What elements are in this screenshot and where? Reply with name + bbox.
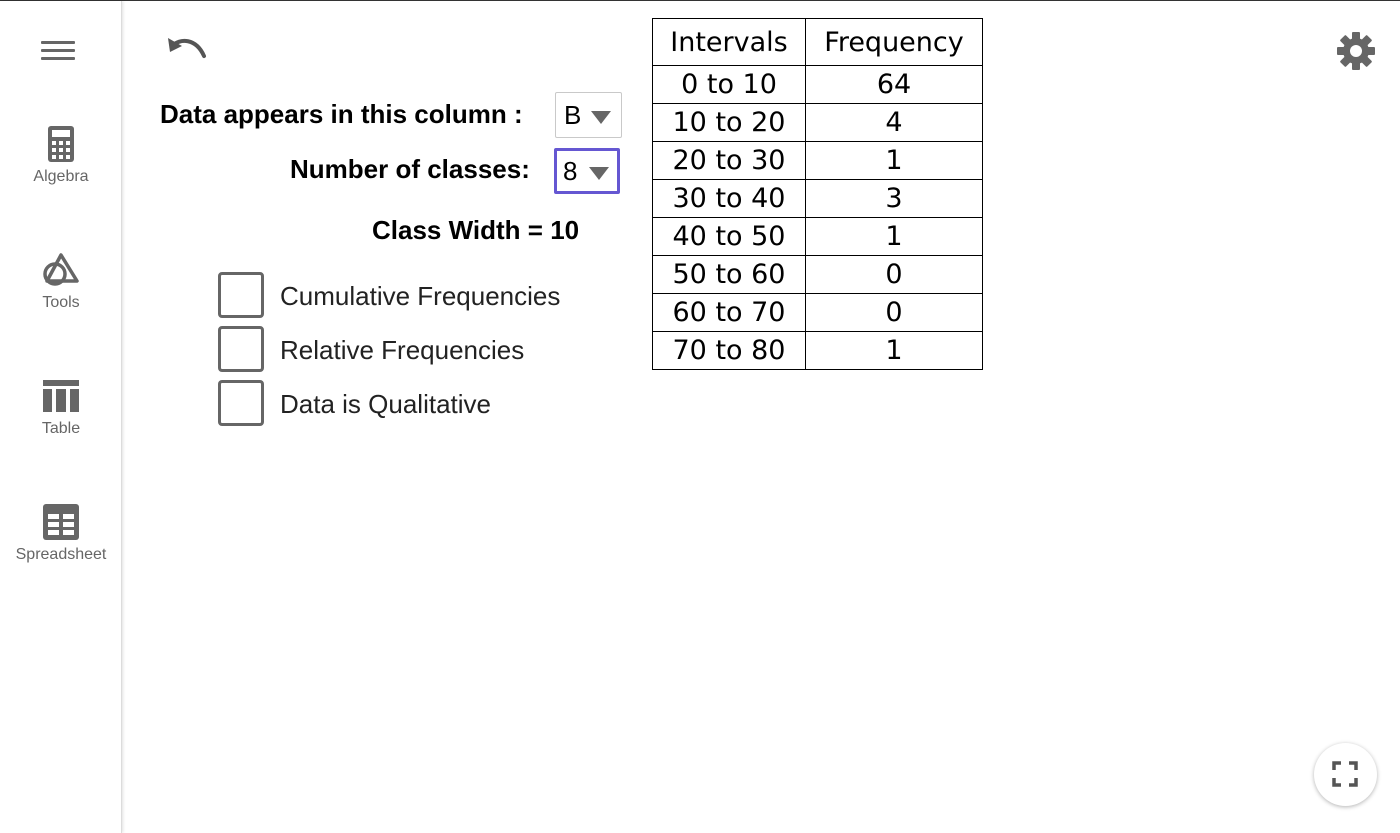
table-row: 0 to 10 64 [652, 65, 983, 104]
interval-cell: 70 to 80 [652, 331, 806, 370]
undo-button[interactable] [166, 34, 208, 66]
interval-cell: 0 to 10 [652, 65, 806, 104]
frequency-cell: 4 [805, 103, 983, 142]
interval-cell: 10 to 20 [652, 103, 806, 142]
checkbox-label: Data is Qualitative [280, 389, 491, 419]
menu-icon[interactable] [41, 39, 75, 63]
frequency-table: Intervals Frequency 0 to 10 64 10 to 20 … [652, 18, 983, 370]
checkbox-box[interactable] [218, 380, 264, 426]
gear-icon [1337, 32, 1375, 70]
interval-cell: 30 to 40 [652, 179, 806, 218]
checkbox-box[interactable] [218, 272, 264, 318]
column-select-value: B [564, 100, 582, 130]
table-row: 70 to 80 1 [652, 331, 983, 370]
column-label: Data appears in this column : [160, 99, 523, 129]
chevron-down-icon [591, 111, 611, 124]
shapes-icon [43, 253, 79, 286]
chevron-down-icon [589, 167, 609, 180]
window-top-border [0, 0, 1400, 1]
checkbox-label: Cumulative Frequencies [280, 281, 561, 311]
calculator-icon [48, 126, 74, 162]
classes-select[interactable]: 8 [554, 148, 620, 194]
interval-cell: 20 to 30 [652, 141, 806, 180]
spreadsheet-icon [43, 504, 79, 540]
sidebar-item-label: Tools [42, 294, 80, 311]
frequency-cell: 1 [805, 141, 983, 180]
sidebar: Algebra Tools Table Spreadsheet [0, 1, 122, 833]
table-row: 50 to 60 0 [652, 255, 983, 294]
undo-icon [168, 38, 206, 58]
sidebar-item-label: Spreadsheet [15, 546, 107, 563]
table-row: 20 to 30 1 [652, 141, 983, 180]
table-row: 60 to 70 0 [652, 293, 983, 332]
sidebar-item-table[interactable]: Table [0, 378, 122, 468]
frequency-cell: 64 [805, 65, 983, 104]
sidebar-item-algebra[interactable]: Algebra [0, 126, 122, 216]
table-header-row: Intervals Frequency [652, 18, 983, 66]
frequency-cell: 0 [805, 293, 983, 332]
frequency-cell: 1 [805, 331, 983, 370]
classes-select-value: 8 [563, 156, 578, 186]
table-row: 40 to 50 1 [652, 217, 983, 256]
checkbox-label: Relative Frequencies [280, 335, 525, 365]
classes-label: Number of classes: [290, 154, 530, 184]
column-select[interactable]: B [555, 92, 622, 138]
fullscreen-icon [1332, 761, 1358, 787]
sidebar-item-spreadsheet[interactable]: Spreadsheet [0, 504, 122, 594]
header-intervals: Intervals [652, 18, 806, 66]
sidebar-item-label: Algebra [33, 168, 89, 185]
interval-cell: 40 to 50 [652, 217, 806, 256]
settings-button[interactable] [1335, 30, 1377, 72]
frequency-cell: 0 [805, 255, 983, 294]
checkbox-box[interactable] [218, 326, 264, 372]
interval-cell: 60 to 70 [652, 293, 806, 332]
header-frequency: Frequency [805, 18, 983, 66]
frequency-cell: 1 [805, 217, 983, 256]
fullscreen-button[interactable] [1314, 743, 1377, 806]
interval-cell: 50 to 60 [652, 255, 806, 294]
class-width-text: Class Width = 10 [372, 215, 580, 245]
sidebar-item-tools[interactable]: Tools [0, 252, 122, 342]
sidebar-item-label: Table [41, 420, 81, 437]
table-icon [43, 380, 79, 412]
table-row: 30 to 40 3 [652, 179, 983, 218]
frequency-cell: 3 [805, 179, 983, 218]
table-row: 10 to 20 4 [652, 103, 983, 142]
